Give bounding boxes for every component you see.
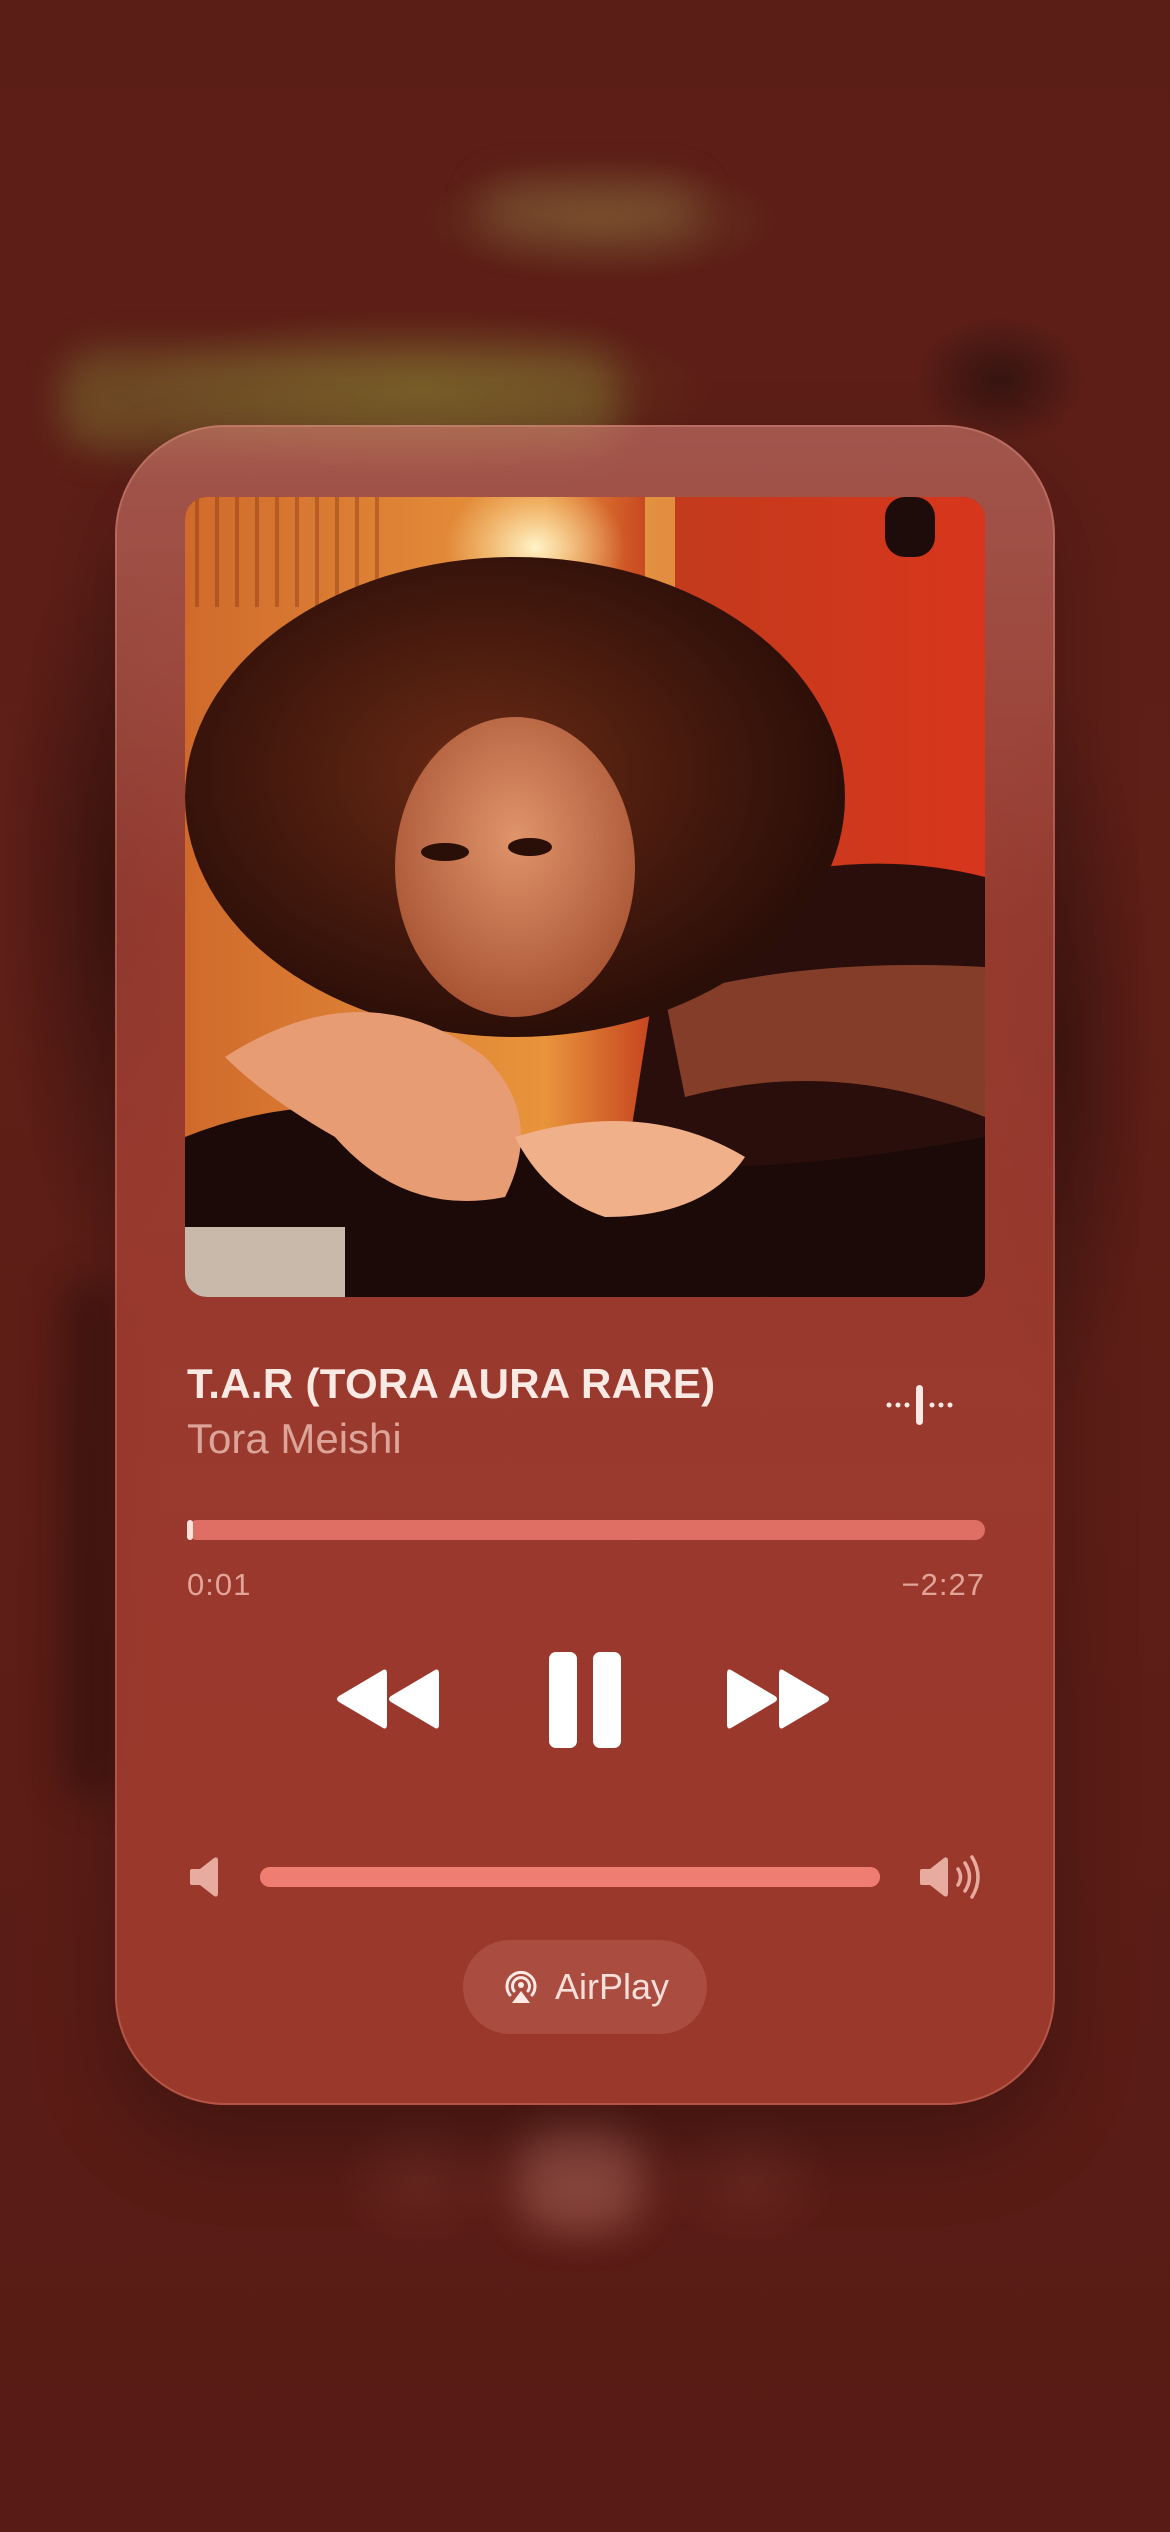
blurred-widget — [520, 2130, 640, 2230]
volume-high-icon — [920, 1853, 984, 1901]
remaining-time: −2:27 — [901, 1567, 985, 1602]
volume-low-icon — [190, 1855, 224, 1899]
progress-fill — [187, 1520, 194, 1540]
airplay-button[interactable]: AirPlay — [463, 1940, 707, 2034]
song-title: T.A.R (TORA AURA RARE) — [187, 1360, 716, 1407]
volume-fill — [260, 1867, 880, 1887]
airplay-icon — [505, 1970, 537, 2003]
transport-controls — [115, 1650, 1055, 1760]
volume-slider[interactable] — [260, 1867, 880, 1887]
backward-icon — [337, 1669, 439, 1729]
album-artwork — [185, 497, 985, 1297]
now-playing-card: T.A.R (TORA AURA RARE) Tora Meishi 0:01 … — [115, 425, 1055, 2105]
forward-icon — [727, 1669, 829, 1729]
forward-button[interactable] — [723, 1664, 833, 1734]
pause-icon — [549, 1652, 621, 1748]
artist-name[interactable]: Tora Meishi — [187, 1415, 402, 1463]
pause-button[interactable] — [545, 1650, 625, 1750]
rewind-button[interactable] — [333, 1664, 443, 1734]
lyrics-button[interactable] — [885, 1375, 955, 1435]
waveform-icon — [886, 1385, 953, 1425]
airplay-label: AirPlay — [554, 1966, 670, 2007]
elapsed-time: 0:01 — [187, 1567, 252, 1602]
blurred-widget — [60, 1280, 120, 1800]
playback-progress-bar[interactable] — [187, 1520, 985, 1540]
blurred-widget — [480, 180, 700, 240]
